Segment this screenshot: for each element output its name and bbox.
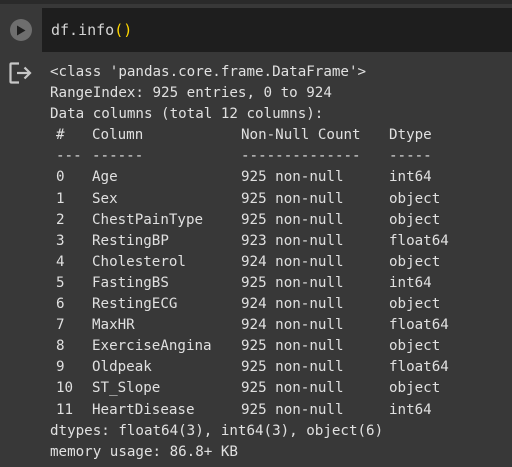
row-index: 3 <box>56 232 65 249</box>
table-row: 0 Age 925 non-null int64 <box>50 167 449 188</box>
table-row: 6 RestingECG 924 non-null object <box>50 294 449 315</box>
code-cell: df.info() <box>0 4 512 52</box>
row-dtype: float64 <box>389 359 449 376</box>
table-row: 10 ST_Slope 925 non-null object <box>50 378 449 399</box>
row-column-name: Oldpeak <box>92 359 152 376</box>
output-columns-line: Data columns (total 12 columns): <box>50 106 324 123</box>
row-non-null-count: 924 non-null <box>241 253 344 270</box>
row-index: 2 <box>56 211 65 228</box>
cell-output: <class 'pandas.core.frame.DataFrame'> Ra… <box>0 52 512 467</box>
row-non-null-count: 925 non-null <box>241 359 344 376</box>
header-dtype: Dtype <box>389 127 432 144</box>
row-index: 9 <box>56 359 65 376</box>
table-row: 8 ExerciseAngina 925 non-null object <box>50 336 449 357</box>
row-index: 4 <box>56 253 65 270</box>
table-header: # Column Non-Null Count Dtype <box>50 125 449 146</box>
output-text: <class 'pandas.core.frame.DataFrame'> Ra… <box>50 62 449 463</box>
output-range-line: RangeIndex: 925 entries, 0 to 924 <box>50 85 332 102</box>
code-parens: () <box>114 21 133 39</box>
row-non-null-count: 925 non-null <box>241 338 344 355</box>
output-dtypes-line: dtypes: float64(3), int64(3), object(6) <box>50 422 384 439</box>
row-non-null-count: 925 non-null <box>241 274 344 291</box>
row-column-name: FastingBS <box>92 274 169 291</box>
row-index: 6 <box>56 296 65 313</box>
row-dtype: int64 <box>389 169 432 186</box>
row-non-null-count: 925 non-null <box>241 211 344 228</box>
header-column: Column <box>92 127 144 144</box>
row-dtype: int64 <box>389 274 432 291</box>
row-non-null-count: 924 non-null <box>241 317 344 334</box>
row-column-name: HeartDisease <box>92 401 195 418</box>
row-index: 5 <box>56 274 65 291</box>
table-separator: --- ------ -------------- ----- <box>50 146 449 167</box>
separator-dtype: ----- <box>389 148 432 165</box>
output-memory-line: memory usage: 86.8+ KB <box>50 443 238 460</box>
output-redirect-icon[interactable] <box>9 62 33 84</box>
row-column-name: ST_Slope <box>92 380 161 397</box>
table-row: 3 RestingBP 923 non-null float64 <box>50 231 449 252</box>
play-icon <box>17 25 26 35</box>
separator-index: --- <box>56 148 82 165</box>
row-dtype: float64 <box>389 232 449 249</box>
table-row: 11 HeartDisease 925 non-null int64 <box>50 400 449 421</box>
row-dtype: object <box>389 380 441 397</box>
separator-count: -------------- <box>241 148 361 165</box>
row-index: 11 <box>56 401 74 418</box>
code-line: df.info() <box>51 21 132 39</box>
row-column-name: ExerciseAngina <box>92 338 212 355</box>
row-index: 1 <box>56 190 65 207</box>
run-cell-button[interactable] <box>10 19 32 41</box>
row-column-name: RestingECG <box>92 296 178 313</box>
row-index: 7 <box>56 317 65 334</box>
table-row: 5 FastingBS 925 non-null int64 <box>50 273 449 294</box>
code-editor[interactable]: df.info() <box>42 8 512 52</box>
row-column-name: ChestPainType <box>92 211 204 228</box>
row-dtype: object <box>389 338 441 355</box>
table-row: 1 Sex 925 non-null object <box>50 189 449 210</box>
row-dtype: object <box>389 190 441 207</box>
table-row: 4 Cholesterol 924 non-null object <box>50 252 449 273</box>
row-index: 8 <box>56 338 65 355</box>
row-dtype: object <box>389 296 441 313</box>
row-non-null-count: 925 non-null <box>241 190 344 207</box>
row-non-null-count: 923 non-null <box>241 232 344 249</box>
code-text: df.info <box>51 21 115 39</box>
row-index: 0 <box>56 169 65 186</box>
row-dtype: object <box>389 211 441 228</box>
row-column-name: Sex <box>92 190 118 207</box>
row-non-null-count: 925 non-null <box>241 169 344 186</box>
row-index: 10 <box>56 380 74 397</box>
row-non-null-count: 925 non-null <box>241 380 344 397</box>
header-count: Non-Null Count <box>241 127 361 144</box>
row-column-name: Cholesterol <box>92 253 186 270</box>
output-class-line: <class 'pandas.core.frame.DataFrame'> <box>50 64 367 80</box>
row-column-name: MaxHR <box>92 317 135 334</box>
table-row: 9 Oldpeak 925 non-null float64 <box>50 357 449 378</box>
separator-column: ------ <box>92 148 144 165</box>
row-dtype: object <box>389 253 441 270</box>
row-dtype: int64 <box>389 401 432 418</box>
row-non-null-count: 924 non-null <box>241 296 344 313</box>
row-column-name: RestingBP <box>92 232 169 249</box>
row-column-name: Age <box>92 169 118 186</box>
row-dtype: float64 <box>389 317 449 334</box>
table-row: 7 MaxHR 924 non-null float64 <box>50 315 449 336</box>
row-non-null-count: 925 non-null <box>241 401 344 418</box>
table-row: 2 ChestPainType 925 non-null object <box>50 210 449 231</box>
header-index: # <box>56 127 65 144</box>
